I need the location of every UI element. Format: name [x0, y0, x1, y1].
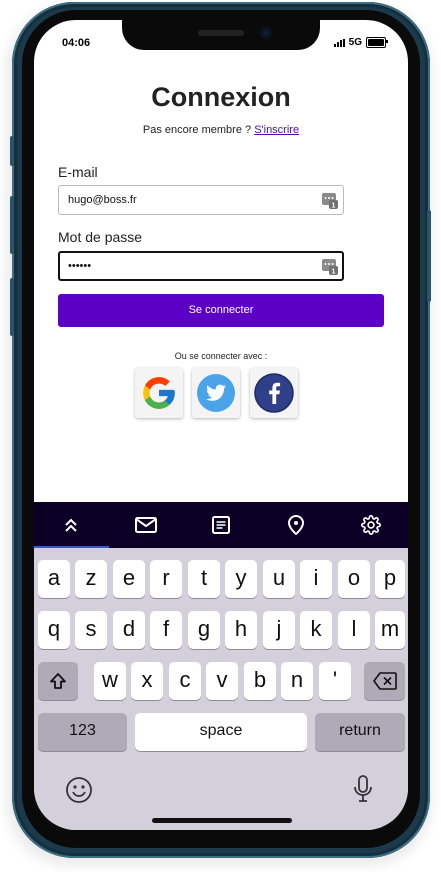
svg-text:1: 1: [332, 269, 336, 276]
key-e[interactable]: e: [113, 560, 145, 598]
email-value: hugo@boss.fr: [68, 194, 137, 206]
key-u[interactable]: u: [263, 560, 295, 598]
status-time: 04:06: [62, 37, 91, 49]
twitter-icon: [197, 374, 235, 412]
return-key[interactable]: return: [315, 713, 405, 751]
tb-item-mail[interactable]: [109, 502, 184, 548]
signup-prompt-text: Pas encore membre ?: [142, 124, 252, 136]
signal-icon: [333, 38, 345, 47]
side-button-mute: [10, 136, 14, 166]
numbers-key[interactable]: 123: [38, 713, 127, 751]
key-s[interactable]: s: [75, 611, 107, 649]
key-t[interactable]: t: [188, 560, 220, 598]
onscreen-keyboard: a z e r t y u i o p q s d f g h j k l m …: [34, 548, 408, 830]
page-title: Connexion: [151, 82, 291, 112]
battery-icon: [366, 37, 388, 48]
mail-icon: [135, 517, 158, 533]
password-manager-icon[interactable]: 1: [322, 259, 338, 275]
status-indicators: 5G: [333, 37, 388, 48]
signup-prompt: Pas encore membre ? S'inscrire: [34, 124, 408, 136]
key-b[interactable]: b: [244, 662, 276, 700]
key-o[interactable]: o: [338, 560, 370, 598]
location-pin-icon: [287, 515, 304, 535]
notch: [122, 20, 320, 50]
password-value: ••••••: [68, 260, 92, 272]
facebook-login-button[interactable]: [250, 368, 298, 418]
key-f[interactable]: f: [150, 611, 182, 649]
key-y[interactable]: y: [225, 560, 257, 598]
key-z[interactable]: z: [75, 560, 107, 598]
key-q[interactable]: q: [38, 611, 70, 649]
emoji-icon[interactable]: [65, 776, 93, 804]
key-n[interactable]: n: [281, 662, 313, 700]
facebook-icon: [254, 373, 294, 413]
side-button-volume-up: [10, 196, 14, 254]
tb-item-location[interactable]: [258, 502, 333, 548]
key-i[interactable]: i: [300, 560, 332, 598]
tb-item-notes[interactable]: [184, 502, 259, 548]
password-label: Mot de passe: [58, 229, 143, 245]
key-x[interactable]: x: [131, 662, 163, 700]
side-button-power: [427, 210, 431, 302]
shift-key[interactable]: [38, 662, 78, 700]
speaker-grille: [198, 30, 244, 36]
key-g[interactable]: g: [188, 611, 220, 649]
email-label: E-mail: [58, 164, 98, 180]
svg-text:1: 1: [332, 203, 336, 210]
side-button-volume-down: [10, 278, 14, 336]
key-v[interactable]: v: [206, 662, 238, 700]
key-h[interactable]: h: [225, 611, 257, 649]
key-d[interactable]: d: [113, 611, 145, 649]
space-key[interactable]: space: [135, 713, 307, 751]
keyboard-accessory-toolbar: [34, 502, 408, 548]
email-field[interactable]: hugo@boss.fr 1: [58, 185, 344, 215]
social-login-label: Ou se connecter avec :: [174, 351, 268, 361]
gear-icon: [360, 515, 381, 535]
home-indicator[interactable]: [152, 818, 292, 823]
key-w[interactable]: w: [94, 662, 126, 700]
front-camera: [260, 27, 272, 39]
twitter-login-button[interactable]: [192, 368, 240, 418]
key-p[interactable]: p: [375, 560, 405, 598]
key-r[interactable]: r: [150, 560, 182, 598]
shift-icon: [50, 673, 66, 689]
google-login-button[interactable]: [135, 368, 183, 418]
microphone-icon[interactable]: [352, 774, 374, 804]
password-manager-icon[interactable]: 1: [322, 193, 338, 209]
network-type: 5G: [348, 37, 362, 48]
key-apostrophe[interactable]: ': [319, 662, 351, 700]
key-l[interactable]: l: [338, 611, 370, 649]
signup-link[interactable]: S'inscrire: [254, 124, 299, 136]
backspace-icon: [372, 672, 397, 690]
login-button[interactable]: Se connecter: [58, 294, 384, 327]
key-k[interactable]: k: [300, 611, 332, 649]
tb-item-settings[interactable]: [333, 502, 408, 548]
password-field[interactable]: •••••• 1: [58, 251, 344, 281]
phone-screen: 04:06 5G Connexion Pas encore membre ? S…: [34, 20, 408, 830]
google-icon: [143, 377, 175, 409]
backspace-key[interactable]: [364, 662, 405, 700]
notes-icon: [211, 516, 230, 534]
key-m[interactable]: m: [375, 611, 405, 649]
key-a[interactable]: a: [38, 560, 70, 598]
chevrons-up-icon: [65, 518, 78, 532]
tb-item-expand[interactable]: [34, 502, 109, 548]
key-c[interactable]: c: [169, 662, 201, 700]
key-j[interactable]: j: [263, 611, 295, 649]
